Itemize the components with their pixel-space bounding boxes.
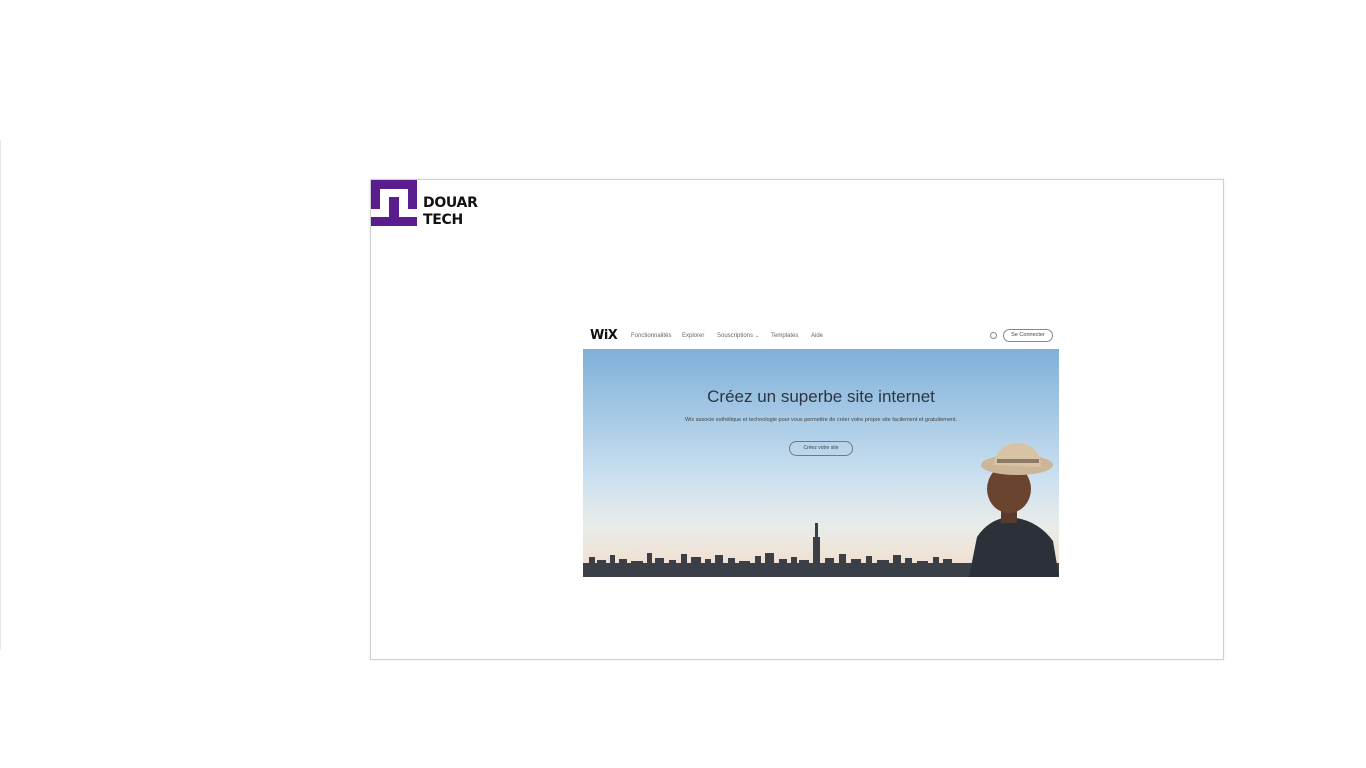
man-with-hat-image [969,442,1059,577]
wix-hero: Créez un superbe site internet Wix assoc… [583,349,1059,577]
nav-aide[interactable]: Aide [811,333,823,339]
nav-templates[interactable]: Templates [771,333,798,339]
logo-line-2: TECH [423,212,463,228]
chevron-down-icon: ⌄ [755,333,760,339]
wix-logo[interactable]: WiX [590,328,618,343]
hero-subtitle: Wix associe esthétique et technologie po… [684,417,958,423]
nav-souscriptions[interactable]: Souscriptions ⌄ [717,333,759,339]
wix-navbar: WiX Fonctionnalités Explorer Souscriptio… [583,324,1059,349]
signin-button[interactable]: Se Connecter [1003,329,1053,342]
nav-souscriptions-label: Souscriptions [717,333,754,339]
nav-explorer[interactable]: Explorer [682,333,704,339]
douar-tech-logo: DOUAR TECH [371,180,491,228]
hero-title: Créez un superbe site internet [707,387,935,406]
logo-line-1: DOUAR [423,195,478,211]
left-edge-line [0,140,1,650]
nav-fonctionnalites[interactable]: Fonctionnalités [631,333,671,339]
slide-frame: DOUAR TECH WiX Fonctionnalités Explorer … [370,179,1224,660]
wix-screenshot: WiX Fonctionnalités Explorer Souscriptio… [583,324,1059,577]
create-site-button[interactable]: Créez votre site [789,441,853,456]
logo-text: DOUAR TECH [423,195,478,229]
globe-icon[interactable] [990,332,997,339]
douar-tech-logo-mark-icon [371,180,417,226]
